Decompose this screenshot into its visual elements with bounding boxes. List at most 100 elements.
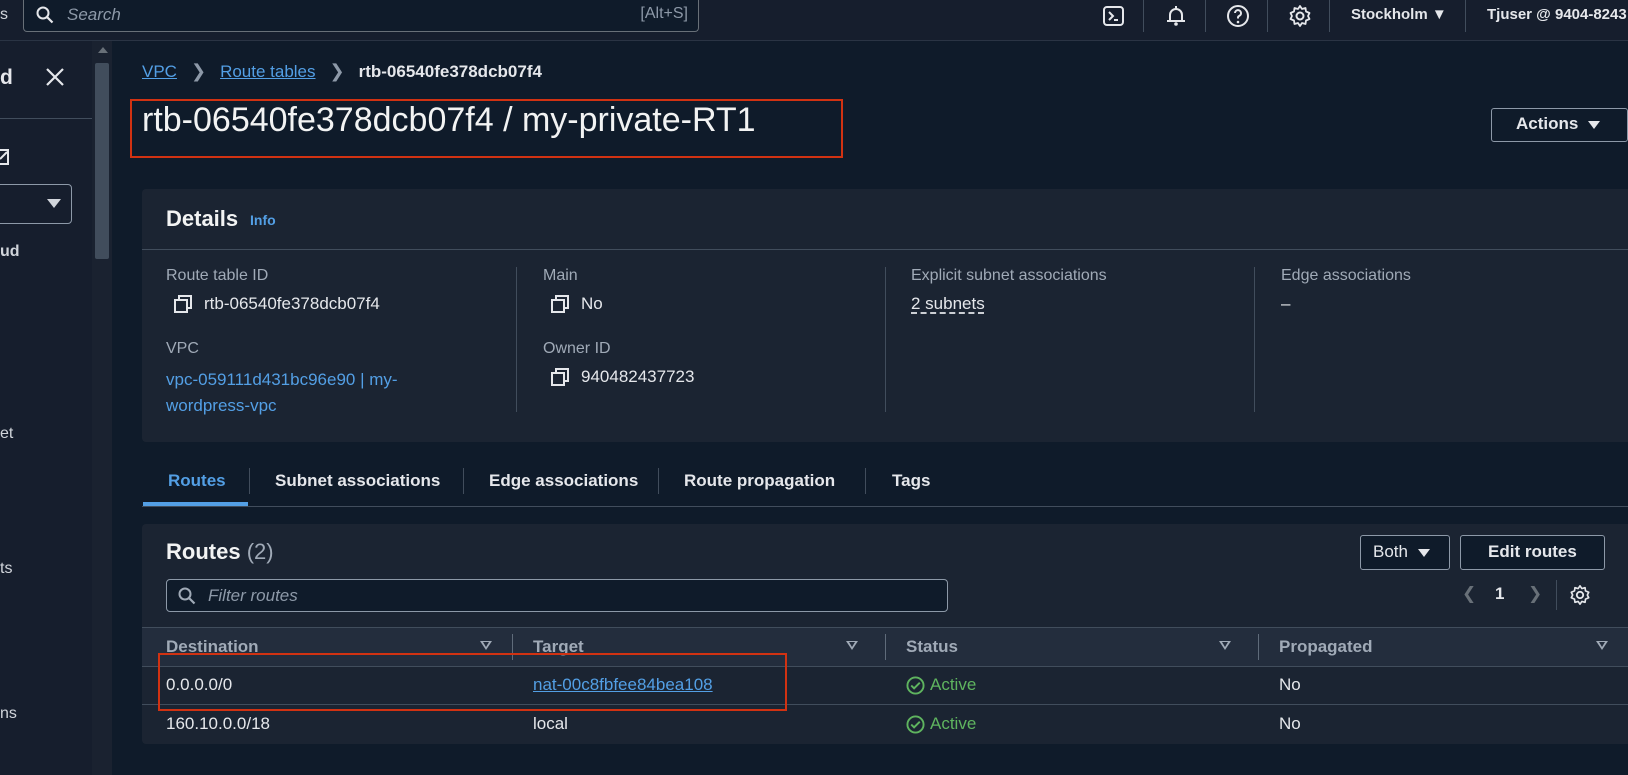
search-icon	[178, 587, 196, 605]
breadcrumb-current: rtb-06540fe378dcb07f4	[358, 61, 542, 81]
previous-page-icon[interactable]: ❮	[1462, 584, 1476, 604]
column-divider[interactable]	[885, 634, 886, 660]
external-link-icon[interactable]	[0, 147, 10, 167]
drawer-text-fragment: ts	[0, 560, 13, 577]
actions-label: Actions	[1516, 114, 1579, 133]
settings-icon[interactable]	[1288, 4, 1312, 28]
propagated-cell: No	[1279, 675, 1301, 694]
scroll-thumb[interactable]	[95, 63, 109, 259]
propagated-cell: No	[1279, 714, 1301, 733]
tab-route-propagation[interactable]: Route propagation	[684, 471, 835, 491]
status-label: Active	[930, 675, 977, 694]
active-tab-indicator	[143, 502, 248, 506]
drawer-scrollbar[interactable]	[92, 41, 112, 775]
edge-associations-value: –	[1281, 294, 1291, 313]
account-menu[interactable]: Tjuser @ 9404-8243	[1487, 6, 1627, 23]
filter-placeholder: Filter routes	[208, 586, 298, 605]
drawer-divider	[0, 118, 92, 119]
details-column-1: Route table ID rtb-06540fe378dcb07f4 VPC…	[166, 267, 398, 419]
explicit-subnet-associations-label: Explicit subnet associations	[911, 267, 1107, 284]
column-divider[interactable]	[1258, 634, 1259, 660]
route-filter-select[interactable]: Both	[1360, 535, 1450, 570]
status-cell: Active	[906, 714, 976, 734]
column-divider	[516, 267, 517, 412]
column-header-status[interactable]: Status	[906, 637, 958, 657]
explicit-subnets-value[interactable]: 2 subnets	[911, 294, 985, 314]
sort-icon[interactable]	[1596, 641, 1608, 650]
column-header-propagated[interactable]: Propagated	[1279, 637, 1373, 657]
route-filter-value: Both	[1373, 542, 1408, 561]
region-selector[interactable]: Stockholm ▼	[1351, 6, 1447, 23]
vpc-label: VPC	[166, 340, 199, 357]
drawer-select[interactable]	[0, 184, 72, 224]
region-label: Stockholm	[1351, 6, 1428, 23]
owner-id-label: Owner ID	[543, 340, 611, 357]
search-input[interactable]: Search [Alt+S]	[23, 0, 699, 32]
search-placeholder: Search	[67, 5, 121, 24]
copy-icon[interactable]	[174, 295, 192, 313]
breadcrumb-route-tables[interactable]: Route tables	[220, 62, 315, 82]
route-table-id-label: Route table ID	[166, 267, 269, 284]
search-icon	[36, 6, 54, 24]
breadcrumb-vpc[interactable]: VPC	[142, 62, 177, 82]
routes-heading: Routes (2)	[166, 539, 274, 565]
tab-tags[interactable]: Tags	[892, 471, 930, 491]
chevron-right-icon: ❯	[329, 61, 345, 81]
drawer-text-fragment: ns	[0, 705, 17, 722]
sort-icon[interactable]	[1219, 641, 1231, 650]
status-cell: Active	[906, 675, 976, 695]
help-icon[interactable]	[1226, 4, 1250, 28]
details-column-2: Main No Owner ID 940482437723	[543, 267, 694, 387]
close-icon[interactable]	[43, 65, 67, 89]
column-divider	[1254, 267, 1255, 412]
tab-edge-associations[interactable]: Edge associations	[489, 471, 638, 491]
cloudshell-icon[interactable]	[1102, 4, 1126, 28]
tab-routes[interactable]: Routes	[168, 471, 226, 491]
nav-divider	[1329, 0, 1330, 32]
nav-divider	[1205, 0, 1206, 32]
routes-count: (2)	[246, 539, 274, 564]
check-circle-icon	[906, 675, 925, 695]
main-value: No	[581, 294, 603, 313]
details-column-3: Explicit subnet associations 2 subnets	[911, 267, 1107, 314]
info-link[interactable]: Info	[250, 212, 276, 228]
details-panel: Details Info Route table ID rtb-06540fe3…	[142, 189, 1628, 442]
copy-icon[interactable]	[551, 368, 569, 386]
routes-panel: Routes (2) Both Edit routes Filter route…	[142, 524, 1628, 744]
sort-icon[interactable]	[846, 641, 858, 650]
chevron-down-icon: ▼	[1431, 6, 1447, 23]
actions-button[interactable]: Actions	[1491, 108, 1628, 142]
vpc-link-continued[interactable]: wordpress-vpc	[166, 393, 398, 419]
scroll-up-icon[interactable]	[98, 47, 108, 53]
tab-bar: Routes Subnet associations Edge associat…	[142, 462, 1628, 507]
bell-icon[interactable]	[1164, 4, 1188, 28]
edge-associations-label: Edge associations	[1281, 267, 1411, 284]
column-divider	[885, 267, 886, 412]
chevron-right-icon: ❯	[190, 61, 207, 81]
current-page[interactable]: 1	[1495, 584, 1504, 604]
search-shortcut: [Alt+S]	[640, 5, 688, 22]
next-page-icon[interactable]: ❯	[1528, 584, 1542, 604]
tab-subnet-associations[interactable]: Subnet associations	[275, 471, 440, 491]
owner-id-value: 940482437723	[581, 367, 695, 386]
drawer-text-fragment: et	[0, 425, 14, 442]
caret-down-icon	[47, 199, 61, 208]
caret-down-icon	[1588, 120, 1601, 129]
preferences-gear-icon[interactable]	[1569, 584, 1591, 606]
route-table-id-value: rtb-06540fe378dcb07f4	[204, 294, 380, 313]
edit-routes-button[interactable]: Edit routes	[1460, 535, 1605, 570]
copy-icon[interactable]	[551, 295, 569, 313]
details-column-4: Edge associations –	[1281, 267, 1411, 314]
vpc-link[interactable]: vpc-059111d431bc96e90 | my-	[166, 367, 398, 393]
tab-divider	[865, 468, 866, 494]
tab-divider	[658, 468, 659, 494]
details-heading: Details	[166, 206, 239, 231]
drawer-title-fragment: d	[0, 66, 13, 89]
nav-divider	[1143, 0, 1144, 32]
highlight-box	[130, 99, 843, 158]
tab-divider	[249, 468, 250, 494]
tab-divider	[463, 468, 464, 494]
sort-icon[interactable]	[480, 641, 492, 650]
destination-cell: 160.10.0.0/18	[166, 714, 270, 733]
filter-routes-input[interactable]: Filter routes	[166, 579, 948, 612]
